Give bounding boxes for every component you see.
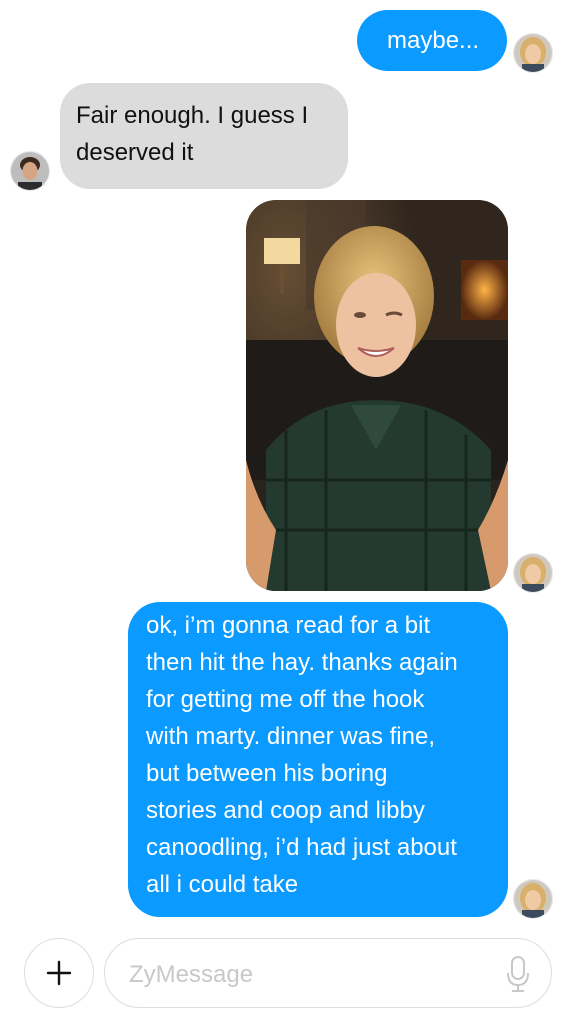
- message-text-line: all i could take: [146, 871, 299, 898]
- photo-message[interactable]: [246, 200, 508, 591]
- message-text-line: Fair enough. I guess I: [76, 102, 309, 129]
- message-composer: [104, 938, 552, 1008]
- message-text-line: deserved it: [76, 139, 194, 166]
- message-bubble-sent[interactable]: maybe...: [357, 10, 507, 71]
- message-text-line: stories and coop and libby: [146, 797, 425, 824]
- message-bubble-sent[interactable]: ok, i’m gonna read for a bit then hit th…: [128, 602, 508, 917]
- message-text: maybe...: [387, 27, 480, 54]
- contact-avatar[interactable]: [10, 151, 50, 191]
- message-text-line: ok, i’m gonna read for a bit: [146, 612, 431, 639]
- my-avatar[interactable]: [513, 33, 553, 73]
- plus-icon: [46, 960, 72, 986]
- message-text-line: with marty. dinner was fine,: [146, 723, 435, 750]
- message-bubble-received[interactable]: Fair enough. I guess I deserved it: [60, 83, 348, 189]
- add-attachment-button[interactable]: [24, 938, 94, 1008]
- my-avatar[interactable]: [513, 553, 553, 593]
- my-avatar[interactable]: [513, 879, 553, 919]
- selfie-photo: [246, 200, 508, 591]
- microphone-icon[interactable]: [505, 955, 531, 993]
- message-text-line: then hit the hay. thanks again: [146, 649, 458, 676]
- message-text-line: but between his boring: [146, 760, 388, 787]
- message-text-line: canoodling, i’d had just about: [146, 834, 457, 861]
- message-text-line: for getting me off the hook: [146, 686, 425, 713]
- message-input[interactable]: [127, 956, 491, 994]
- chat-screen: maybe... Fair enough. I guess I deserved…: [0, 0, 576, 1024]
